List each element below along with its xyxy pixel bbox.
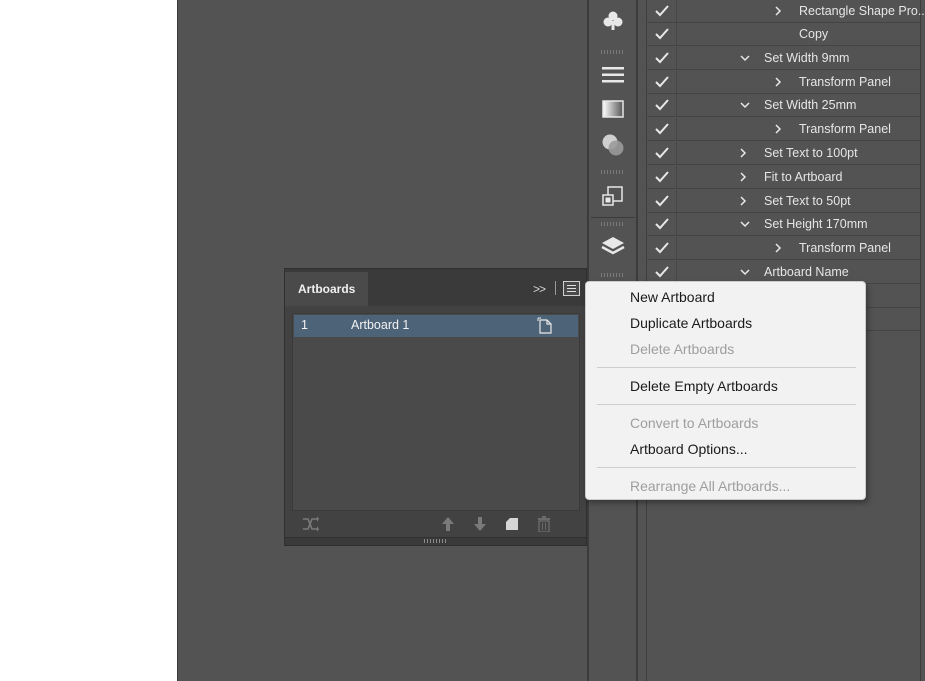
- chevron-right-icon[interactable]: [738, 148, 748, 158]
- toggle-item-check-icon[interactable]: [654, 264, 670, 280]
- chevron-right-icon[interactable]: [773, 243, 783, 253]
- menu-item-delete-artboards: Delete Artboards: [630, 341, 735, 357]
- gradient-icon[interactable]: [600, 96, 626, 122]
- chevron-right-icon[interactable]: [738, 196, 748, 206]
- panel-grip[interactable]: [601, 50, 625, 54]
- artboard-list: 1 Artboard 1: [292, 313, 580, 511]
- tab-artboards[interactable]: Artboards: [285, 272, 368, 306]
- action-row[interactable]: Transform Panel: [646, 118, 920, 141]
- transform-icon[interactable]: [600, 183, 626, 209]
- chevron-down-icon[interactable]: [740, 219, 750, 229]
- action-label: Rectangle Shape Pro...: [799, 4, 925, 18]
- toggle-item-check-icon[interactable]: [654, 145, 670, 161]
- panel-grip[interactable]: [601, 222, 625, 226]
- menu-item-artboard-options[interactable]: Artboard Options...: [630, 441, 748, 457]
- trash-icon[interactable]: [535, 515, 553, 533]
- toggle-item-check-icon[interactable]: [654, 193, 670, 209]
- chevron-right-icon[interactable]: [773, 77, 783, 87]
- menu-item-delete-empty-artboards[interactable]: Delete Empty Artboards: [630, 378, 778, 394]
- artboards-flyout-menu: New Artboard Duplicate Artboards Delete …: [585, 281, 866, 500]
- toggle-item-check-icon[interactable]: [654, 3, 670, 19]
- new-artboard-icon[interactable]: [503, 515, 521, 533]
- toggle-item-check-icon[interactable]: [654, 50, 670, 66]
- action-label: Set Text to 50pt: [764, 194, 851, 208]
- collapse-panel-button[interactable]: >>: [533, 282, 546, 296]
- action-row[interactable]: Set Text to 100pt: [646, 142, 920, 165]
- toggle-item-check-icon[interactable]: [654, 26, 670, 42]
- action-row[interactable]: Rectangle Shape Pro...: [646, 0, 925, 23]
- panel-grip[interactable]: [601, 273, 625, 277]
- action-label: Set Width 9mm: [764, 51, 850, 65]
- action-label: Fit to Artboard: [764, 170, 843, 184]
- menu-item-rearrange-all-artboards: Rearrange All Artboards...: [630, 478, 791, 494]
- layers-icon[interactable]: [600, 234, 626, 260]
- menu-item-new-artboard[interactable]: New Artboard: [630, 289, 715, 305]
- artboard-number: 1: [301, 318, 308, 332]
- menu-item-convert-to-artboards: Convert to Artboards: [630, 415, 759, 431]
- panel-tab-bar: Artboards >>: [285, 269, 586, 306]
- toggle-item-check-icon[interactable]: [654, 240, 670, 256]
- panel-grip[interactable]: [601, 170, 625, 174]
- menu-separator: [597, 404, 856, 405]
- action-row[interactable]: Transform Panel: [646, 71, 920, 94]
- panel-footer: [285, 513, 586, 537]
- action-row[interactable]: Copy: [646, 23, 920, 46]
- stroke-icon[interactable]: [600, 62, 626, 88]
- move-down-icon[interactable]: [471, 515, 489, 533]
- symbols-icon[interactable]: [600, 8, 626, 34]
- chevron-down-icon[interactable]: [740, 100, 750, 110]
- toggle-item-check-icon[interactable]: [654, 74, 670, 90]
- chevron-right-icon[interactable]: [773, 124, 783, 134]
- toggle-item-check-icon[interactable]: [654, 121, 670, 137]
- action-row[interactable]: Set Height 170mm: [646, 213, 920, 236]
- panel-menu-button[interactable]: [563, 281, 580, 296]
- menu-separator: [597, 467, 856, 468]
- rearrange-artboards-icon[interactable]: [301, 515, 319, 533]
- action-row[interactable]: Set Width 9mm: [646, 47, 920, 70]
- transparency-icon[interactable]: [600, 132, 626, 158]
- action-row[interactable]: Set Text to 50pt: [646, 190, 920, 213]
- action-row[interactable]: Set Width 25mm: [646, 94, 920, 117]
- chevron-right-icon[interactable]: [773, 6, 783, 16]
- action-label: Set Width 25mm: [764, 98, 857, 112]
- panel-resize-grip[interactable]: [285, 537, 586, 545]
- action-row[interactable]: Fit to Artboard: [646, 166, 920, 189]
- toggle-item-check-icon[interactable]: [654, 216, 670, 232]
- action-label: Transform Panel: [799, 241, 891, 255]
- menu-separator: [597, 367, 856, 368]
- action-label: Transform Panel: [799, 75, 891, 89]
- artboard-options-icon[interactable]: [537, 317, 553, 337]
- chevron-down-icon[interactable]: [740, 267, 750, 277]
- artboard-row[interactable]: 1 Artboard 1: [294, 315, 578, 337]
- action-label: Set Height 170mm: [764, 217, 868, 231]
- action-label: Artboard Name: [764, 265, 849, 279]
- artboards-panel: Artboards >> 1 Artboard 1: [284, 268, 587, 546]
- move-up-icon[interactable]: [439, 515, 457, 533]
- chevron-down-icon[interactable]: [740, 53, 750, 63]
- menu-item-duplicate-artboards[interactable]: Duplicate Artboards: [630, 315, 752, 331]
- action-label: Transform Panel: [799, 122, 891, 136]
- toggle-item-check-icon[interactable]: [654, 97, 670, 113]
- action-row[interactable]: Transform Panel: [646, 237, 920, 260]
- chevron-right-icon[interactable]: [738, 172, 748, 182]
- toggle-item-check-icon[interactable]: [654, 169, 670, 185]
- artboard-name[interactable]: Artboard 1: [351, 318, 409, 332]
- action-label: Set Text to 100pt: [764, 146, 858, 160]
- action-label: Copy: [799, 27, 829, 41]
